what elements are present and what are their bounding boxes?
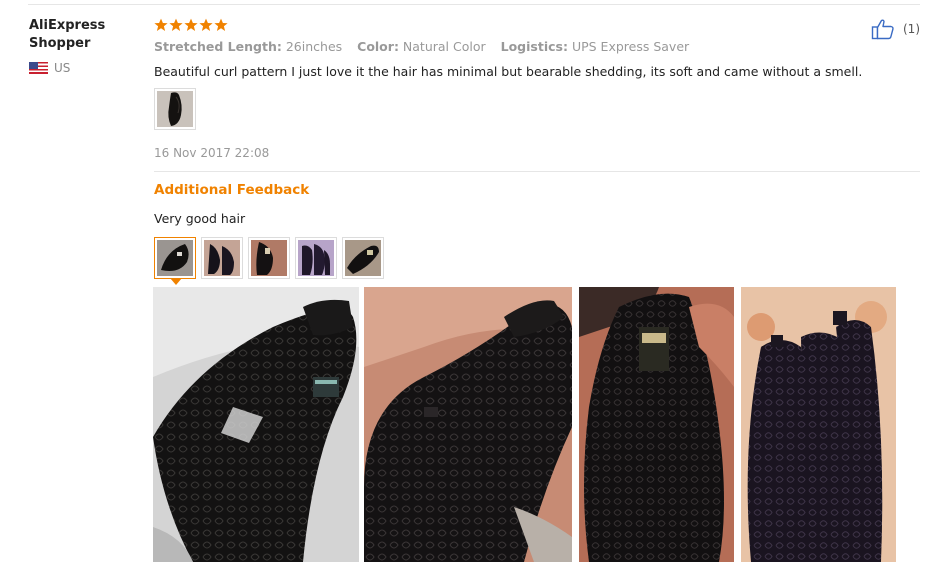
star-icon xyxy=(184,18,198,31)
us-flag-icon xyxy=(29,62,48,74)
feedback-photo-1[interactable] xyxy=(153,287,359,562)
star-icon xyxy=(214,18,228,31)
hair-photo-image xyxy=(251,240,287,276)
selected-thumbnail-pointer xyxy=(170,278,182,285)
star-rating xyxy=(154,16,924,34)
additional-thumbnails xyxy=(154,237,384,279)
feedback-photo-2[interactable] xyxy=(364,287,572,562)
star-icon xyxy=(169,18,183,31)
color-label: Color: xyxy=(357,39,399,54)
buyer-country-code: US xyxy=(54,61,71,75)
hair-photo-image xyxy=(741,287,896,562)
additional-feedback-text: Very good hair xyxy=(154,211,246,226)
star-icon xyxy=(154,18,168,31)
additional-feedback-title: Additional Feedback xyxy=(154,182,310,198)
order-details: Stretched Length: 26inches Color: Natura… xyxy=(154,39,924,54)
logistics-value: UPS Express Saver xyxy=(571,39,690,54)
review-body: Stretched Length: 26inches Color: Natura… xyxy=(154,16,924,79)
top-divider xyxy=(28,4,920,5)
additional-thumbnail-5[interactable] xyxy=(342,237,384,279)
review-text: Beautiful curl pattern I just love it th… xyxy=(154,64,863,79)
additional-thumbnail-3[interactable] xyxy=(248,237,290,279)
logistics-label: Logistics: xyxy=(500,39,568,54)
hair-photo-image xyxy=(579,287,734,562)
hair-photo-image xyxy=(157,91,193,127)
additional-thumbnail-4[interactable] xyxy=(295,237,337,279)
feedback-photo-3[interactable] xyxy=(579,287,734,562)
hair-photo-image xyxy=(153,287,359,562)
section-divider xyxy=(154,171,920,172)
hair-photo-image xyxy=(345,240,381,276)
hair-photo-image xyxy=(204,240,240,276)
feedback-photo-4[interactable] xyxy=(741,287,896,562)
review-photo-thumbnail[interactable] xyxy=(154,88,196,130)
star-icon xyxy=(199,18,213,31)
color-value: Natural Color xyxy=(402,39,486,54)
additional-thumbnail-1[interactable] xyxy=(154,237,196,279)
buyer-name: AliExpress Shopper xyxy=(29,18,106,51)
hair-photo-image xyxy=(298,240,334,276)
buyer-country: US xyxy=(29,61,139,75)
additional-thumbnail-2[interactable] xyxy=(201,237,243,279)
stretched-length-value: 26inches xyxy=(285,39,343,54)
review-date: 16 Nov 2017 22:08 xyxy=(154,146,270,160)
stretched-length-label: Stretched Length: xyxy=(154,39,282,54)
hair-photo-image xyxy=(364,287,572,562)
buyer-info: AliExpress Shopper US xyxy=(29,17,139,75)
hair-photo-image xyxy=(157,240,193,276)
